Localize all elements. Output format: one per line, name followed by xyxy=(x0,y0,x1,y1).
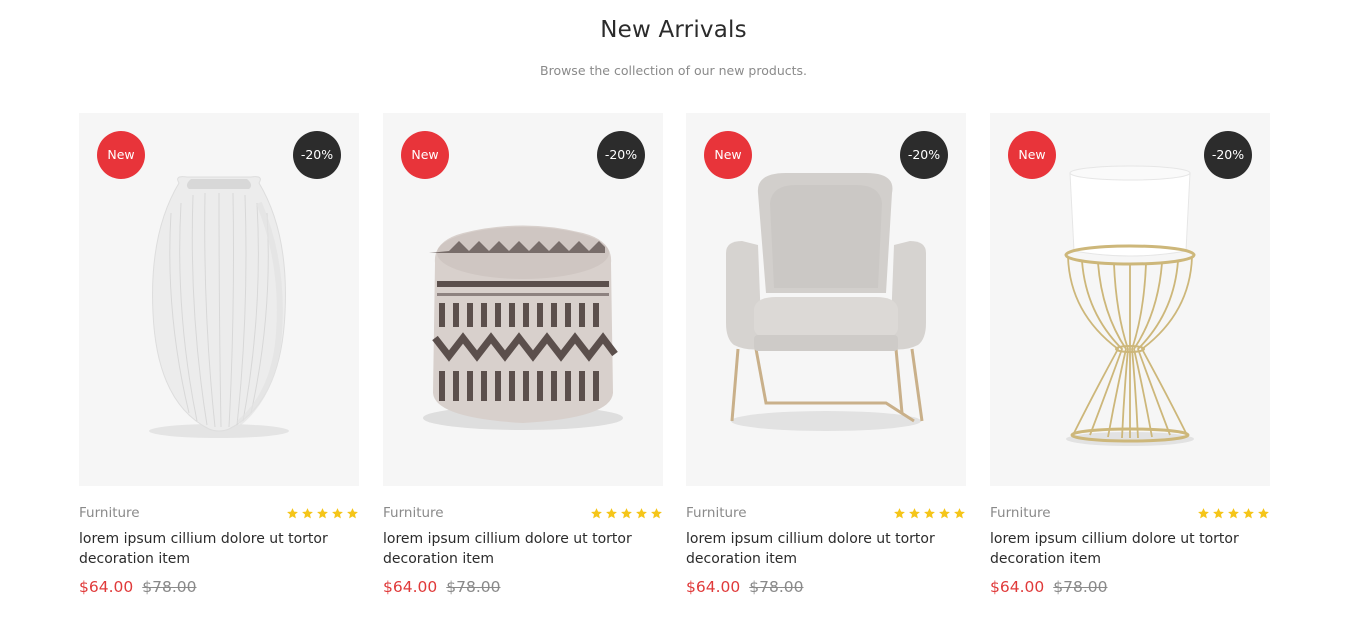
new-badge: New xyxy=(401,131,449,179)
product-category[interactable]: Furniture xyxy=(79,505,140,521)
star-icon xyxy=(635,507,648,520)
product-category[interactable]: Furniture xyxy=(990,505,1051,521)
star-icon xyxy=(620,507,633,520)
product-image-link[interactable]: New -20% xyxy=(79,113,359,486)
rating-stars xyxy=(590,507,663,523)
star-icon xyxy=(953,507,966,520)
discount-badge: -20% xyxy=(597,131,645,179)
star-icon xyxy=(1197,507,1210,520)
product-category[interactable]: Furniture xyxy=(686,505,747,521)
sale-price: $64.00 xyxy=(990,578,1045,596)
star-icon xyxy=(923,507,936,520)
product-image-link[interactable]: New -20% xyxy=(990,113,1270,486)
star-icon xyxy=(1212,507,1225,520)
star-icon xyxy=(346,507,359,520)
product-category[interactable]: Furniture xyxy=(383,505,444,521)
sale-price: $64.00 xyxy=(79,578,134,596)
star-icon xyxy=(316,507,329,520)
star-icon xyxy=(908,507,921,520)
star-icon xyxy=(605,507,618,520)
star-icon xyxy=(893,507,906,520)
rating-stars xyxy=(893,507,966,523)
star-icon xyxy=(1257,507,1270,520)
product-price: $64.00 $78.00 xyxy=(990,578,1108,596)
product-card: New -20% Furniture lorem ipsum cillium d… xyxy=(990,113,1270,613)
discount-badge: -20% xyxy=(900,131,948,179)
new-badge: New xyxy=(704,131,752,179)
product-price: $64.00 $78.00 xyxy=(383,578,501,596)
new-badge: New xyxy=(97,131,145,179)
original-price: $78.00 xyxy=(446,578,501,596)
rating-stars xyxy=(286,507,359,523)
original-price: $78.00 xyxy=(749,578,804,596)
star-icon xyxy=(590,507,603,520)
original-price: $78.00 xyxy=(1053,578,1108,596)
original-price: $78.00 xyxy=(142,578,197,596)
sale-price: $64.00 xyxy=(686,578,741,596)
discount-badge: -20% xyxy=(293,131,341,179)
star-icon xyxy=(1227,507,1240,520)
product-grid: New -20% Furniture lorem ipsum cillium d… xyxy=(79,113,1270,613)
new-badge: New xyxy=(1008,131,1056,179)
product-price: $64.00 $78.00 xyxy=(79,578,197,596)
product-price: $64.00 $78.00 xyxy=(686,578,804,596)
star-icon xyxy=(331,507,344,520)
product-card: New -20% Furniture lorem ipsum cillium d… xyxy=(383,113,663,613)
discount-badge: -20% xyxy=(1204,131,1252,179)
star-icon xyxy=(301,507,314,520)
section-title: New Arrivals xyxy=(600,17,747,43)
product-name[interactable]: lorem ipsum cillium dolore ut tortor dec… xyxy=(383,530,663,569)
star-icon xyxy=(1242,507,1255,520)
product-name[interactable]: lorem ipsum cillium dolore ut tortor dec… xyxy=(686,530,966,569)
star-icon xyxy=(938,507,951,520)
product-name[interactable]: lorem ipsum cillium dolore ut tortor dec… xyxy=(990,530,1270,569)
product-image-link[interactable]: New -20% xyxy=(383,113,663,486)
product-name[interactable]: lorem ipsum cillium dolore ut tortor dec… xyxy=(79,530,359,569)
rating-stars xyxy=(1197,507,1270,523)
sale-price: $64.00 xyxy=(383,578,438,596)
section-subtitle: Browse the collection of our new product… xyxy=(540,63,807,78)
product-card: New -20% Furniture lorem ipsum cillium d… xyxy=(686,113,966,613)
product-card: New -20% Furniture lorem ipsum cillium d… xyxy=(79,113,359,613)
star-icon xyxy=(650,507,663,520)
product-image-link[interactable]: New -20% xyxy=(686,113,966,486)
star-icon xyxy=(286,507,299,520)
